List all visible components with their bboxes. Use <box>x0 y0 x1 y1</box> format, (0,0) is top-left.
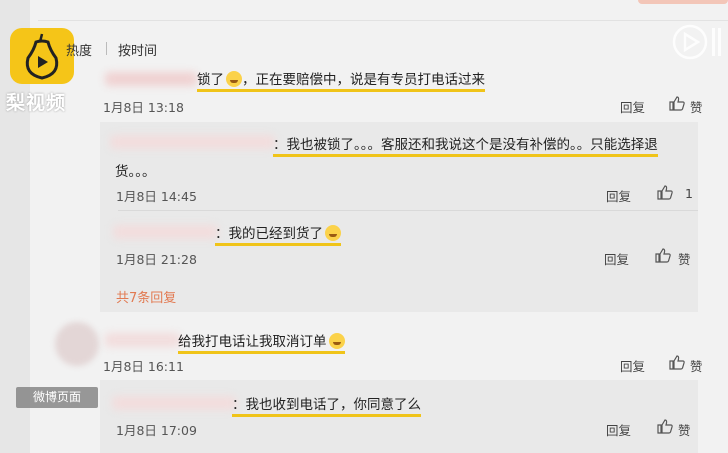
sub-reply-text: ：我也收到电话了，你同意了么 <box>232 393 421 417</box>
thumbs-up-icon[interactable] <box>657 419 673 434</box>
brand-name: 梨视频 <box>6 92 67 114</box>
comment-text: 给我打电话让我取消订单 <box>178 330 345 354</box>
blurred-username <box>110 135 275 149</box>
video-play-icon <box>668 22 728 66</box>
sub-reply-text: ：我也被锁了。。。客服还和我说这个是没有补偿的。。只能选择退 <box>273 133 658 157</box>
sort-time-tab[interactable]: 按时间 <box>118 40 157 59</box>
like-count[interactable]: 1 <box>685 186 693 201</box>
sort-hot-tab[interactable]: 热度 <box>66 40 92 59</box>
thumbs-up-icon[interactable] <box>655 248 671 263</box>
like-button[interactable]: 赞 <box>678 420 691 439</box>
top-accent-bar <box>638 0 728 4</box>
sub-reply-text: ：我的已经到货了 <box>215 222 341 246</box>
reply-button[interactable]: 回复 <box>620 356 645 375</box>
thumbs-up-icon[interactable] <box>669 96 685 111</box>
top-divider <box>38 20 728 21</box>
emoji-icon <box>328 333 345 349</box>
blurred-username <box>113 225 218 239</box>
blurred-username <box>112 396 236 410</box>
like-button[interactable]: 赞 <box>690 97 703 116</box>
reply-button[interactable]: 回复 <box>606 420 631 439</box>
emoji-icon <box>226 71 242 87</box>
like-button[interactable]: 赞 <box>690 356 703 375</box>
blurred-username <box>105 333 180 347</box>
comment-date: 1月8日 13:18 <box>103 100 184 115</box>
thumbs-up-icon[interactable] <box>657 185 673 200</box>
thumbs-up-icon[interactable] <box>669 355 685 370</box>
sub-reply-text-line2: 货。。。 <box>115 164 156 180</box>
comment-date: 1月8日 16:11 <box>103 359 184 374</box>
reply-divider <box>118 210 698 211</box>
sub-reply-date: 1月8日 14:45 <box>116 189 197 204</box>
like-button[interactable]: 赞 <box>678 249 691 268</box>
pear-video-logo-icon <box>10 28 74 84</box>
more-replies-link[interactable]: 共7条回复 <box>116 287 176 306</box>
emoji-icon <box>325 225 341 241</box>
sub-reply-date: 1月8日 17:09 <box>116 423 197 438</box>
comment-text: 锁了 ，正在要赔偿中，说是有专员打电话过来 <box>197 68 485 92</box>
sub-reply-date: 1月8日 21:28 <box>116 252 197 267</box>
page-source-tag: 微博页面 <box>16 387 98 408</box>
avatar[interactable] <box>55 322 99 366</box>
reply-button[interactable]: 回复 <box>620 97 645 116</box>
reply-button[interactable]: 回复 <box>606 186 631 205</box>
reply-button[interactable]: 回复 <box>604 249 629 268</box>
blurred-username <box>105 72 197 86</box>
sort-separator <box>106 42 107 55</box>
